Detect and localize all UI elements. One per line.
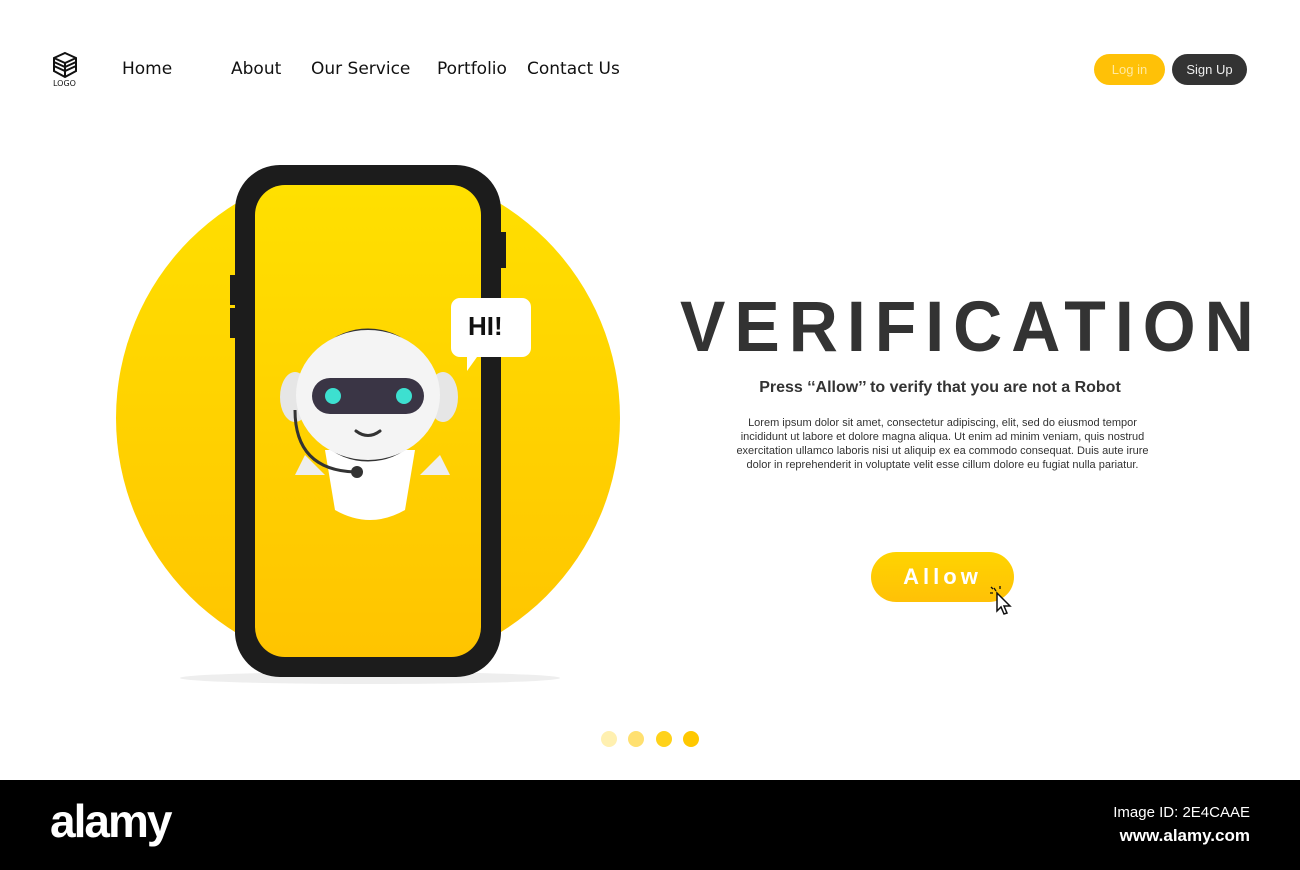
bubble-text: HI! xyxy=(468,311,503,341)
nav-home[interactable]: Home xyxy=(122,59,172,79)
watermark-footer: alamy Image ID: 2E4CAAE www.alamy.com xyxy=(0,780,1300,870)
description: Lorem ipsum dolor sit amet, consectetur … xyxy=(736,417,1149,471)
alamy-logo: alamy xyxy=(50,795,172,847)
alamy-url: www.alamy.com xyxy=(1119,826,1250,845)
logo-text: LOGO xyxy=(53,79,76,88)
page-title: VERIFICATION xyxy=(680,287,1263,367)
logo-icon[interactable] xyxy=(52,51,78,79)
nav-about[interactable]: About xyxy=(231,59,281,79)
subtitle: Press ‘‘Allow’’ to verify that you are n… xyxy=(759,379,1121,396)
nav-our-service[interactable]: Our Service xyxy=(311,59,410,79)
pagination-dot-1[interactable] xyxy=(601,731,617,747)
image-id: Image ID: 2E4CAAE xyxy=(1113,804,1250,821)
cursor-icon xyxy=(990,586,1012,615)
nav-contact-us[interactable]: Contact Us xyxy=(527,59,620,79)
pagination-dot-2[interactable] xyxy=(628,731,644,747)
login-button[interactable]: Log in xyxy=(1094,54,1165,85)
signup-button[interactable]: Sign Up xyxy=(1172,54,1247,85)
phone-robot-illustration xyxy=(116,165,620,684)
nav-portfolio[interactable]: Portfolio xyxy=(437,59,507,79)
pagination-dot-4[interactable] xyxy=(683,731,699,747)
pagination-dot-3[interactable] xyxy=(656,731,672,747)
